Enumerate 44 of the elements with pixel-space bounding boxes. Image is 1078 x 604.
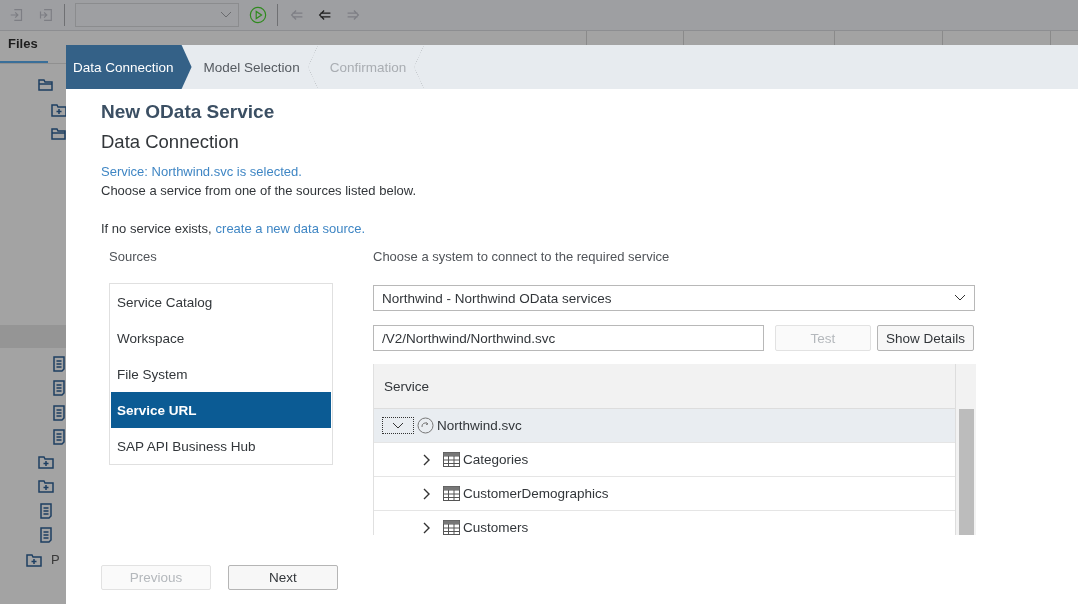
- document-icon: [37, 501, 55, 520]
- document-icon: [37, 526, 55, 545]
- wizard-step[interactable]: Data Connection: [66, 45, 192, 89]
- service-tree-label: CustomerDemographics: [463, 486, 609, 501]
- tree-item-label[interactable]: P: [51, 552, 60, 568]
- next-button[interactable]: Next: [228, 565, 338, 590]
- create-data-source-link[interactable]: create a new data source.: [215, 221, 366, 236]
- table-icon: [443, 486, 460, 501]
- chevron-down-icon: [954, 294, 966, 302]
- system-select[interactable]: Northwind - Northwind OData services: [373, 285, 975, 311]
- source-item[interactable]: File System: [111, 356, 331, 392]
- url-input[interactable]: /V2/Northwind/Northwind.svc: [373, 325, 764, 351]
- table-icon: [443, 520, 460, 535]
- source-item[interactable]: Workspace: [111, 320, 331, 356]
- document-icon: [50, 354, 68, 373]
- service-tree-label: Categories: [463, 452, 529, 467]
- panel-tab[interactable]: Files: [0, 30, 48, 63]
- service-tree-label: Customers: [463, 520, 529, 535]
- status-message: Service: Northwind.svc is selected.: [101, 164, 303, 179]
- sources-label: Sources: [108, 249, 158, 264]
- document-icon: [50, 428, 68, 447]
- toolbar-dropdown[interactable]: [75, 3, 239, 27]
- hint-text: If no service exists,: [101, 221, 212, 236]
- document-icon: [50, 379, 68, 398]
- source-item[interactable]: SAP API Business Hub: [111, 428, 331, 464]
- dialog-subtitle: Data Connection: [101, 131, 240, 153]
- run-icon[interactable]: [249, 6, 267, 24]
- system-label: Choose a system to connect to the required service: [373, 249, 671, 264]
- service-icon: [417, 417, 434, 434]
- chevron-down-icon: [220, 11, 232, 19]
- collapse-button[interactable]: [382, 417, 414, 434]
- scrollbar-thumb[interactable]: [959, 409, 974, 535]
- column-header: Service: [374, 364, 956, 409]
- chevron-icon: [392, 422, 404, 429]
- show-details-button[interactable]: Show Details: [877, 325, 974, 351]
- service-tree-label: Northwind.svc: [437, 418, 522, 433]
- tree-row-highlight: [0, 324, 66, 348]
- document-icon: [50, 403, 68, 422]
- source-item[interactable]: Service URL: [111, 392, 331, 428]
- source-item[interactable]: Service Catalog: [111, 284, 331, 320]
- table-icon: [443, 452, 460, 467]
- instruction-text: Choose a service from one of the sources listed below.: [101, 183, 418, 198]
- folder-icon: [37, 477, 55, 496]
- dialog-title: New OData Service: [101, 101, 276, 124]
